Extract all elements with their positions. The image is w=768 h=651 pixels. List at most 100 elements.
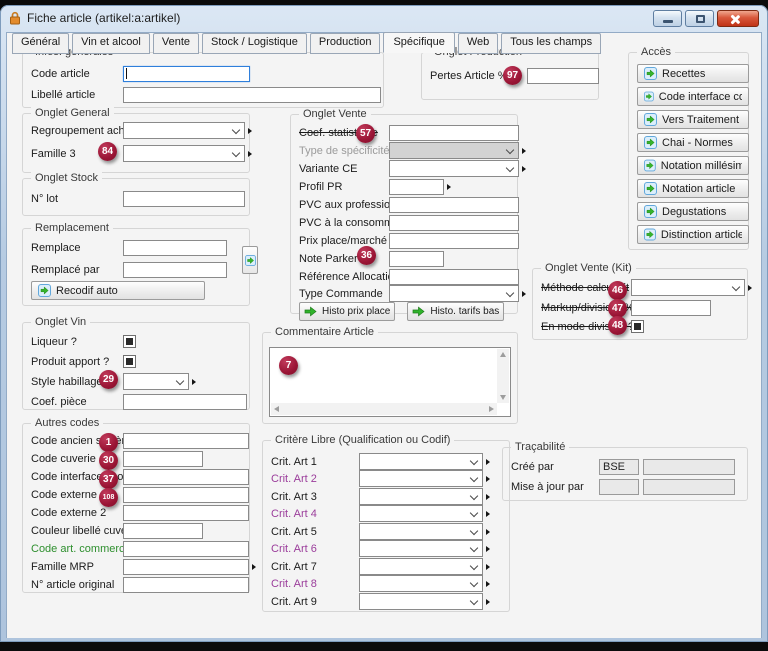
note-parker-input[interactable] <box>389 251 444 267</box>
lookup-arrow-icon[interactable] <box>486 546 490 552</box>
coef-statistique-input[interactable] <box>389 125 519 141</box>
distinction-articles-button[interactable]: Distinction articles <box>637 225 749 244</box>
type-commande-select[interactable] <box>389 285 519 302</box>
scroll-left-icon[interactable] <box>274 406 279 412</box>
lookup-arrow-icon[interactable] <box>486 459 490 465</box>
vertical-scrollbar[interactable] <box>497 349 509 403</box>
pertes-article-input[interactable] <box>527 68 599 84</box>
code-article-input[interactable] <box>123 66 250 82</box>
minimize-button[interactable] <box>653 10 682 27</box>
lookup-arrow-icon[interactable] <box>522 148 526 154</box>
lookup-arrow-icon[interactable] <box>447 184 451 190</box>
remplace-input[interactable] <box>123 240 227 256</box>
produit-apport-checkbox[interactable] <box>123 355 136 368</box>
prix-place-input[interactable] <box>389 233 519 249</box>
lookup-arrow-icon[interactable] <box>486 564 490 570</box>
recodif-auto-button[interactable]: Recodif auto <box>31 281 205 300</box>
lookup-arrow-icon[interactable] <box>522 166 526 172</box>
n-lot-input[interactable] <box>123 191 245 207</box>
reference-allocation-input[interactable] <box>389 269 519 285</box>
lookup-arrow-icon[interactable] <box>522 291 526 297</box>
scroll-right-icon[interactable] <box>489 406 494 412</box>
lookup-arrow-icon[interactable] <box>252 564 256 570</box>
group-title-tracabilite: Traçabilité <box>511 441 569 453</box>
titlebar[interactable]: Fiche article (artikel:a:artikel) <box>0 5 768 31</box>
markup-division-input[interactable] <box>631 300 711 316</box>
commentaire-article-textarea[interactable] <box>269 347 511 417</box>
lookup-arrow-icon[interactable] <box>486 581 490 587</box>
famille3-select[interactable] <box>123 145 245 162</box>
button-label: Histo prix place <box>322 306 390 317</box>
variante-ce-select[interactable] <box>389 160 519 177</box>
code-interface-coop-button[interactable]: Code interface coop ta <box>637 87 749 106</box>
code-externe2-input[interactable] <box>123 505 249 521</box>
tab-production[interactable]: Production <box>310 33 381 54</box>
histo-prix-place-button[interactable]: Histo prix place <box>299 302 395 321</box>
remplace-par-input[interactable] <box>123 262 227 278</box>
tab-vente[interactable]: Vente <box>153 33 199 54</box>
go-icon <box>644 67 657 80</box>
vers-traitement-button[interactable]: Vers Traitement <box>637 110 749 129</box>
lookup-arrow-icon[interactable] <box>248 151 252 157</box>
degustations-button[interactable]: Degustations <box>637 202 749 221</box>
code-externe-input[interactable] <box>123 487 249 503</box>
libelle-article-input[interactable] <box>123 87 381 103</box>
code-ancien-systeme-input[interactable] <box>123 433 249 449</box>
crit-art3-select[interactable] <box>359 488 483 505</box>
chai-normes-button[interactable]: Chai - Normes <box>637 133 749 152</box>
tab-web[interactable]: Web <box>458 33 498 54</box>
en-mode-division-checkbox[interactable] <box>631 320 644 333</box>
checkbox-fill <box>126 338 133 345</box>
code-interface-coop-input[interactable] <box>123 469 249 485</box>
crit-art1-select[interactable] <box>359 453 483 470</box>
scroll-up-icon[interactable] <box>500 352 506 357</box>
crit-art2-select[interactable] <box>359 470 483 487</box>
lookup-arrow-icon[interactable] <box>192 379 196 385</box>
lookup-arrow-icon[interactable] <box>486 529 490 535</box>
lookup-arrow-icon[interactable] <box>486 494 490 500</box>
tab-vin-et-alcool[interactable]: Vin et alcool <box>72 33 150 54</box>
lookup-arrow-icon[interactable] <box>486 476 490 482</box>
crit-art8-select[interactable] <box>359 575 483 592</box>
tab-stock-logistique[interactable]: Stock / Logistique <box>202 33 307 54</box>
notation-millesime-button[interactable]: Notation millésime <box>637 156 749 175</box>
notation-article-button[interactable]: Notation article <box>637 179 749 198</box>
crit-art7-select[interactable] <box>359 558 483 575</box>
crit-art6-select[interactable] <box>359 540 483 557</box>
code-art-commercial-input[interactable] <box>123 541 249 557</box>
lookup-arrow-icon[interactable] <box>486 511 490 517</box>
n-article-original-input[interactable] <box>123 577 249 593</box>
pvc-pro-input[interactable] <box>389 197 519 213</box>
remplacement-go-button[interactable] <box>242 246 258 274</box>
histo-tarifs-bas-button[interactable]: Histo. tarifs bas <box>407 302 504 321</box>
couleur-libelle-cuverie-input[interactable] <box>123 523 203 539</box>
methode-calcul-kit-select[interactable] <box>631 279 745 296</box>
crit-art4-label: Crit. Art 4 <box>271 508 359 520</box>
pvc-conso-input[interactable] <box>389 215 519 231</box>
crit-art4-select[interactable] <box>359 505 483 522</box>
tab-specifique[interactable]: Spécifique <box>383 32 454 53</box>
button-label: Recodif auto <box>56 285 118 297</box>
tab-tous-les-champs[interactable]: Tous les champs <box>501 33 601 54</box>
profil-pr-input[interactable] <box>389 179 444 195</box>
crit-art7-label: Crit. Art 7 <box>271 561 359 573</box>
tab-general[interactable]: Général <box>12 33 69 54</box>
code-cuverie-input[interactable] <box>123 451 203 467</box>
regroupement-achat-select[interactable] <box>123 122 245 139</box>
lookup-arrow-icon[interactable] <box>486 599 490 605</box>
group-title-onglet-vente-kit: Onglet Vente (Kit) <box>541 262 636 274</box>
crit-art9-select[interactable] <box>359 593 483 610</box>
maximize-button[interactable] <box>685 10 714 27</box>
scroll-down-icon[interactable] <box>500 395 506 400</box>
lookup-arrow-icon[interactable] <box>248 128 252 134</box>
recettes-button[interactable]: Recettes <box>637 64 749 83</box>
horizontal-scrollbar[interactable] <box>271 403 497 415</box>
liqueur-checkbox[interactable] <box>123 335 136 348</box>
style-habillage-select[interactable] <box>123 373 189 390</box>
famille-mrp-input[interactable] <box>123 559 249 575</box>
lookup-arrow-icon[interactable] <box>748 285 752 291</box>
coef-piece-input[interactable] <box>123 394 247 410</box>
close-button[interactable] <box>717 10 759 27</box>
produit-apport-label: Produit apport ? <box>31 356 123 368</box>
crit-art5-select[interactable] <box>359 523 483 540</box>
